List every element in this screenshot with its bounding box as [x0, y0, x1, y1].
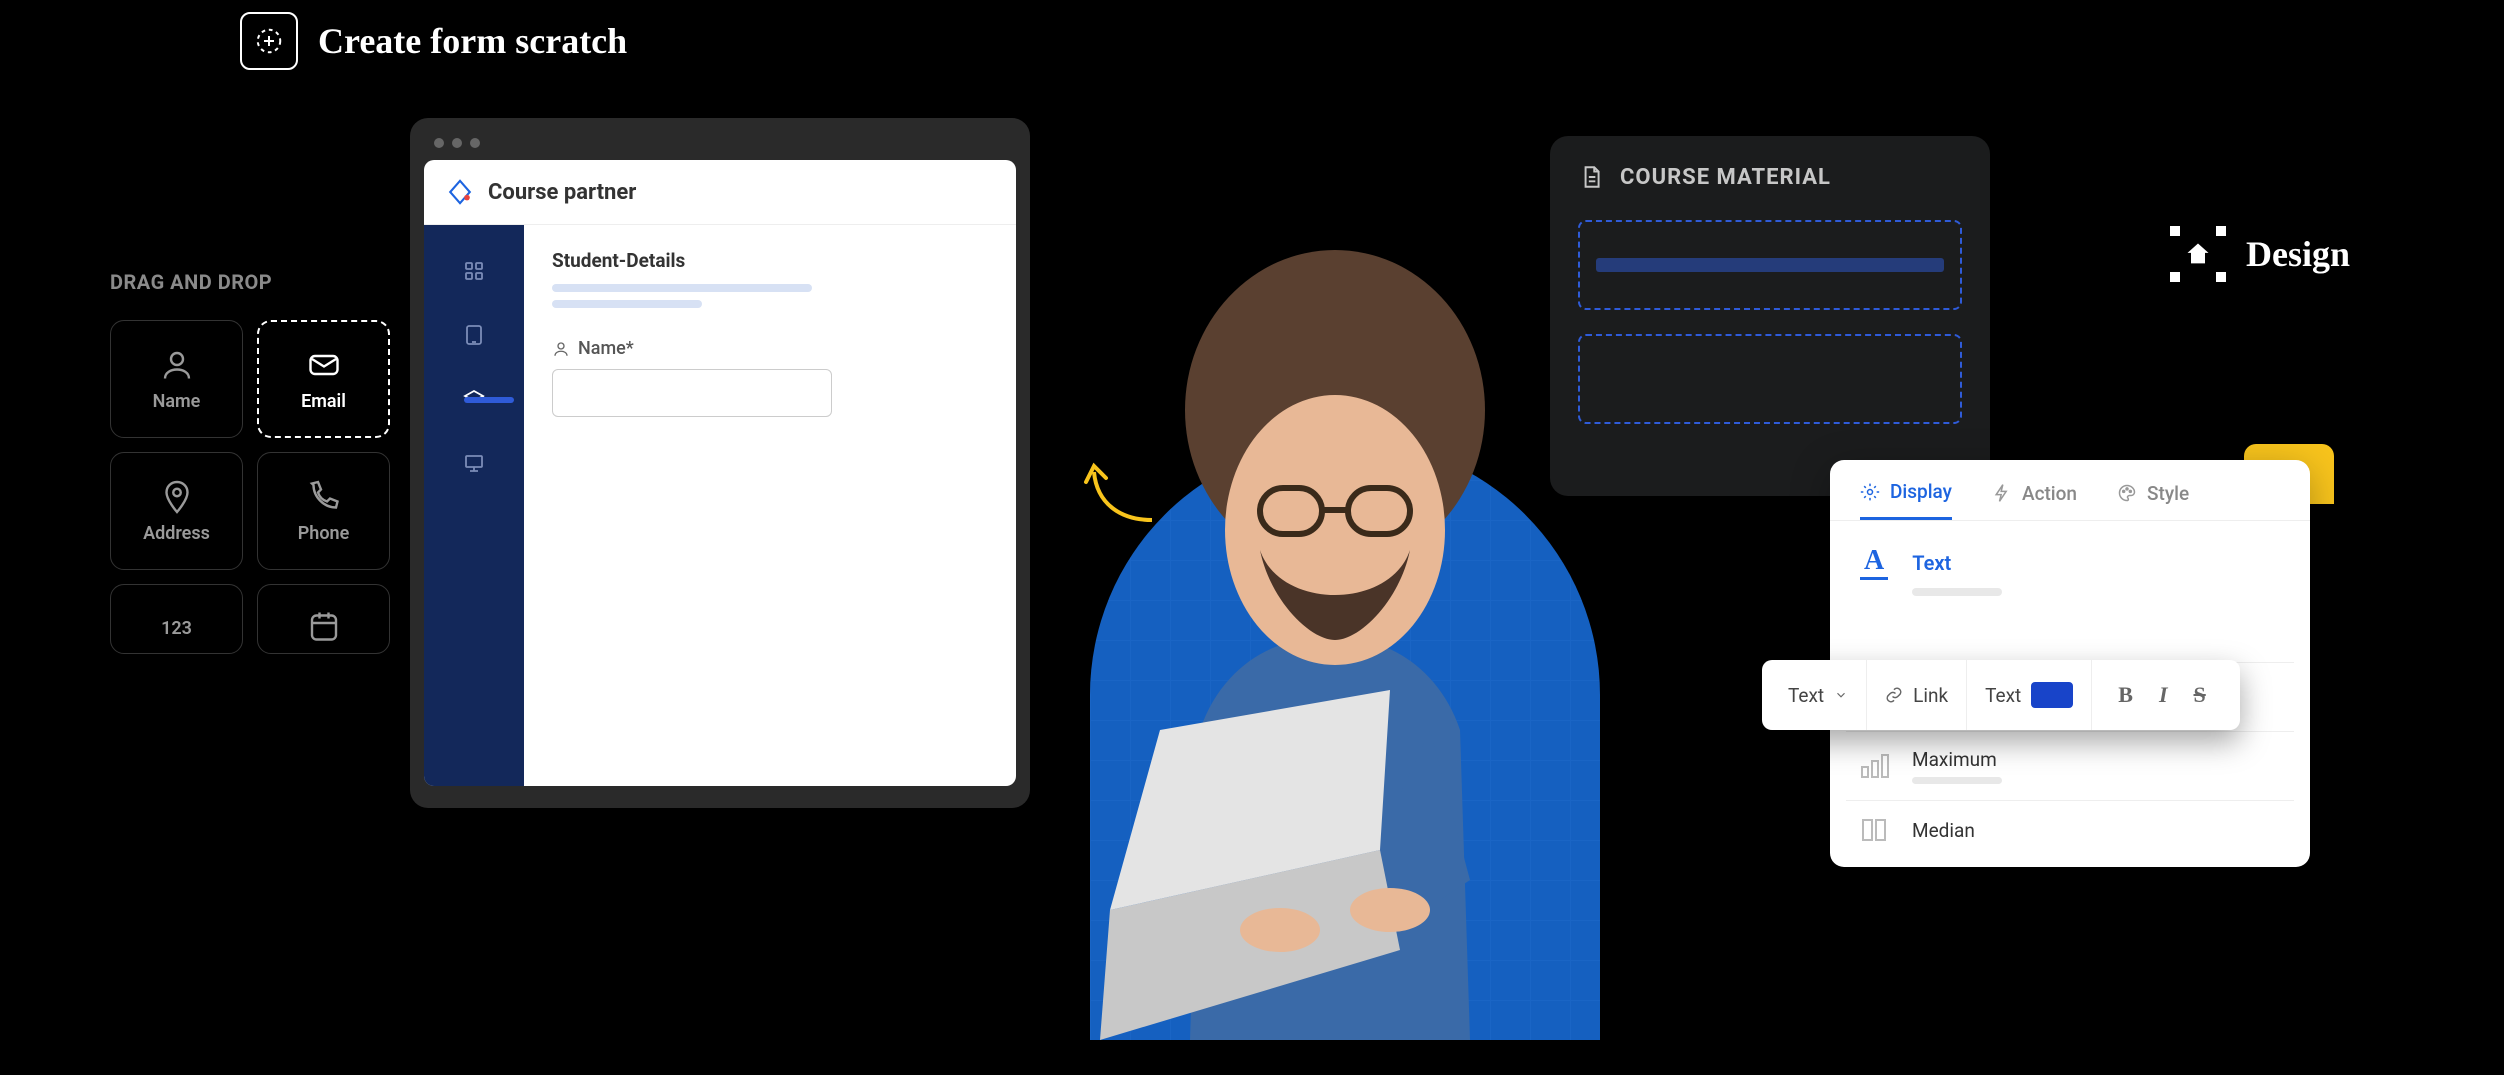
mail-icon	[306, 347, 342, 383]
material-dropzone-filled[interactable]	[1578, 220, 1962, 310]
create-scratch-label: Create form scratch	[318, 20, 627, 62]
drag-item-number[interactable]: 123	[110, 584, 243, 654]
bar-chart-icon	[1860, 753, 1890, 779]
tab-style[interactable]: Style	[2117, 480, 2189, 520]
builder-title: Course partner	[488, 180, 636, 205]
course-material-panel: COURSE MATERIAL	[1550, 136, 1990, 496]
text-toolbar: Text Link Text B I S	[1762, 660, 2240, 730]
app-logo-icon	[446, 178, 474, 206]
palette-icon	[2117, 483, 2137, 503]
placeholder-line	[552, 284, 812, 292]
material-title: COURSE MATERIAL	[1620, 165, 1831, 190]
drag-item-date[interactable]	[257, 584, 390, 654]
form-title: Student-Details	[552, 249, 988, 272]
builder-header: Course partner	[424, 160, 1016, 225]
stat-maximum[interactable]: Maximum	[1846, 731, 2294, 800]
side-rail	[424, 225, 524, 786]
strike-button[interactable]: S	[2186, 682, 2214, 708]
stat-median[interactable]: Median	[1846, 800, 2294, 859]
phone-icon	[306, 479, 342, 515]
rail-apps[interactable]	[424, 243, 524, 299]
person-icon	[159, 347, 195, 383]
document-icon	[1578, 164, 1604, 190]
material-dropzone-empty[interactable]	[1578, 334, 1962, 424]
tab-display[interactable]: Display	[1860, 480, 1952, 520]
text-heading: Text	[1912, 551, 1951, 575]
rail-education[interactable]	[424, 371, 524, 427]
gear-icon	[1860, 482, 1880, 502]
color-swatch[interactable]	[2031, 682, 2073, 708]
drag-drop-panel: DRAG AND DROP Name Email Address Phone 1…	[110, 270, 390, 654]
placeholder-line	[1912, 588, 2002, 596]
create-scratch-icon[interactable]	[240, 12, 298, 70]
calendar-icon	[306, 608, 342, 644]
drag-item-address[interactable]: Address	[110, 452, 243, 570]
rail-tablet[interactable]	[424, 307, 524, 363]
chevron-down-icon	[1834, 688, 1848, 702]
name-input[interactable]	[552, 369, 832, 417]
drag-drop-title: DRAG AND DROP	[110, 270, 390, 294]
italic-button[interactable]: I	[2151, 682, 2176, 708]
columns-icon	[1860, 817, 1890, 843]
tab-action[interactable]: Action	[1992, 480, 2077, 520]
link-icon	[1885, 686, 1903, 704]
drag-item-name[interactable]: Name	[110, 320, 243, 438]
lightning-icon	[1992, 483, 2012, 503]
placeholder-line	[552, 300, 702, 308]
pin-icon	[159, 479, 195, 515]
window-dots	[434, 138, 1016, 148]
text-color[interactable]: Text	[1967, 660, 2092, 730]
home-icon	[2184, 240, 2212, 268]
field-label-name: Name*	[552, 338, 988, 359]
design-label: Design	[2246, 233, 2350, 275]
rail-present[interactable]	[424, 435, 524, 491]
font-dropdown[interactable]: Text	[1770, 660, 1867, 730]
design-icon[interactable]	[2170, 226, 2226, 282]
link-button[interactable]: Link	[1867, 660, 1967, 730]
text-type-icon: A	[1860, 545, 1888, 580]
drag-item-phone[interactable]: Phone	[257, 452, 390, 570]
bold-button[interactable]: B	[2110, 682, 2141, 708]
person-icon	[552, 340, 570, 358]
form-builder-window: Course partner Student-Details Name*	[410, 118, 1030, 808]
drag-item-email[interactable]: Email	[257, 320, 390, 438]
